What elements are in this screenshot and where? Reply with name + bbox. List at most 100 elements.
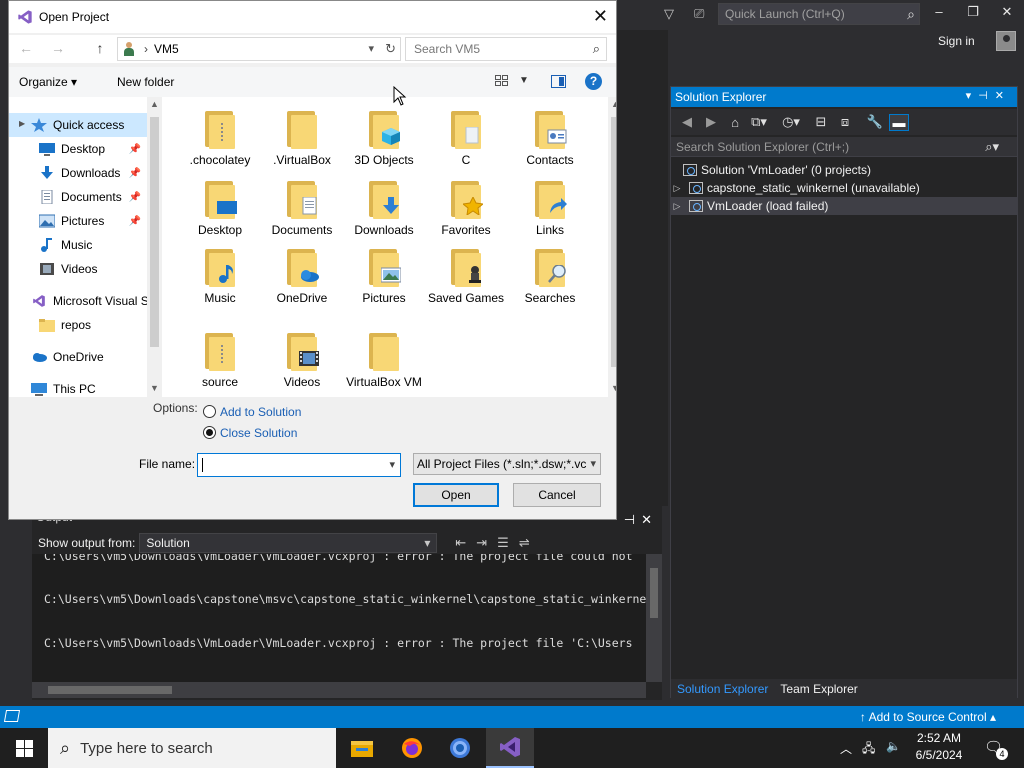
nav-item-pictures[interactable]: Pictures 📌 (9, 209, 147, 233)
folder-item[interactable]: Documents (262, 167, 342, 237)
forward-arrow-icon[interactable]: → (49, 40, 67, 56)
properties-wrench-icon[interactable]: 🔧 (865, 114, 885, 130)
folder-item[interactable]: Pictures (344, 235, 424, 305)
navigation-pane[interactable]: ▲ ▼ Quick access Desktop 📌 Downloads 📌 Documen… (9, 97, 162, 397)
folder-item[interactable]: source (180, 319, 260, 389)
tab-solution-explorer[interactable]: Solution Explorer (671, 679, 774, 699)
filter-icon[interactable]: ▽ (664, 6, 680, 22)
search-icon[interactable]: ⌕▾ (985, 139, 999, 155)
nav-item-this-pc[interactable]: This PC (9, 377, 147, 397)
search-icon[interactable]: ⌕ (593, 41, 600, 57)
folder-item[interactable]: Downloads (344, 167, 424, 237)
output-source-select[interactable]: Solution (139, 533, 438, 553)
file-list-area[interactable]: ▲ ▼ .chocolatey .VirtualBox 3D Objects C Con… (162, 97, 616, 397)
folder-item[interactable]: 3D Objects (344, 97, 424, 167)
maximize-button[interactable]: ❐ (958, 4, 988, 24)
file-name-dropdown-icon[interactable]: ▾ (389, 458, 395, 471)
nav-item-videos[interactable]: Videos (9, 257, 147, 281)
breadcrumb-chevron-icon[interactable]: › (144, 42, 148, 56)
open-button[interactable]: Open (413, 483, 499, 507)
windows-start-icon[interactable] (0, 728, 48, 768)
firefox-taskbar-icon[interactable] (388, 728, 436, 768)
file-list-scrollbar[interactable]: ▲ ▼ (608, 97, 616, 397)
panel-window-controls[interactable]: ⊣✕ (624, 512, 658, 528)
folder-item[interactable]: Saved Games (426, 235, 506, 305)
file-type-select[interactable]: All Project Files (*.sln;*.dsw;*.vc ▾ (413, 453, 601, 475)
address-path[interactable]: VM5 (154, 42, 179, 56)
nav-item-microsoft-visual-s[interactable]: Microsoft Visual S (9, 289, 147, 313)
show-hidden-icons-chevron-icon[interactable]: ︿ (840, 740, 852, 757)
pending-changes-filter-icon[interactable]: ◷▾ (781, 114, 801, 130)
file-type-dropdown-icon[interactable]: ▾ (590, 457, 596, 470)
option-label[interactable]: Close Solution (220, 426, 297, 440)
solution-node[interactable]: Solution 'VmLoader' (0 projects) (671, 161, 1017, 179)
address-dropdown-icon[interactable]: ▾ (368, 42, 374, 55)
solution-explorer-search-input[interactable]: Search Solution Explorer (Ctrl+;) ⌕▾ (671, 137, 1017, 157)
folder-item[interactable]: Desktop (180, 167, 260, 237)
switch-views-icon[interactable]: ⧉▾ (749, 114, 769, 130)
back-arrow-icon[interactable]: ← (17, 40, 35, 56)
visual-studio-taskbar-icon[interactable] (486, 728, 534, 768)
volume-muted-icon[interactable]: 🔈 (886, 739, 901, 753)
option-close-solution[interactable]: Close Solution (203, 422, 301, 443)
organize-menu-button[interactable]: Organize ▾ (19, 75, 77, 89)
navigation-pane-scrollbar[interactable]: ▲ ▼ (147, 97, 162, 397)
output-horizontal-scrollbar[interactable] (32, 682, 646, 698)
option-label[interactable]: Add to Solution (220, 405, 301, 419)
taskbar-clock[interactable]: 2:52 AM 6/5/2024 (906, 730, 972, 764)
nav-item-repos[interactable]: repos (9, 313, 147, 337)
file-name-input[interactable]: ▾ (197, 453, 401, 477)
help-icon[interactable]: ? (585, 73, 602, 90)
search-icon[interactable]: ⌕ (907, 6, 915, 23)
pin-icon[interactable]: 📌 (129, 192, 141, 203)
show-all-files-icon[interactable]: ⧈ (835, 114, 855, 130)
file-explorer-taskbar-icon[interactable] (338, 728, 386, 768)
folder-item[interactable]: VirtualBox VM (344, 319, 424, 389)
nav-item-documents[interactable]: Documents 📌 (9, 185, 147, 209)
address-bar[interactable]: › VM5 ▾ ↻ (117, 37, 401, 61)
expand-chevron-icon[interactable]: ▶ (19, 119, 25, 128)
folder-item[interactable]: .chocolatey (180, 97, 260, 167)
minimize-button[interactable]: – (924, 4, 954, 24)
home-icon[interactable]: ⌂ (725, 115, 745, 130)
tab-team-explorer[interactable]: Team Explorer (774, 679, 863, 699)
folder-item[interactable]: Searches (510, 235, 590, 305)
add-to-source-control-button[interactable]: ↑ Add to Source Control ▴ (860, 710, 996, 724)
quick-launch-input[interactable]: Quick Launch (Ctrl+Q) ⌕ (718, 3, 920, 25)
pin-icon[interactable]: 📌 (129, 216, 141, 227)
new-folder-button[interactable]: New folder (117, 75, 174, 89)
preview-selected-items-icon[interactable]: ▬ (889, 113, 909, 131)
output-toolbar-icons[interactable]: ⇤⇥☰⇌ (455, 535, 539, 551)
up-arrow-icon[interactable]: ↑ (91, 40, 109, 56)
taskbar-search-box[interactable]: ⌕ Type here to search (48, 728, 336, 768)
output-text-area[interactable]: C:\Users\vm5\Downloads\VmLoader\VmLoader… (32, 554, 646, 682)
chrome-taskbar-icon[interactable] (436, 728, 484, 768)
folder-item[interactable]: Videos (262, 319, 342, 389)
radio-close-solution[interactable] (203, 426, 216, 439)
radio-add-to-solution[interactable] (203, 405, 216, 418)
folder-item[interactable]: .VirtualBox (262, 97, 342, 167)
close-window-button[interactable]: ✕ (992, 4, 1022, 24)
folder-item[interactable]: OneDrive (262, 235, 342, 305)
folder-item[interactable]: C (426, 97, 506, 167)
view-options-dropdown-icon[interactable]: ▼ (519, 75, 529, 86)
forward-icon[interactable]: ▶ (701, 114, 721, 130)
expand-triangle-icon[interactable]: ▷ (671, 183, 683, 194)
dialog-close-icon[interactable]: ✕ (593, 6, 608, 27)
folder-item[interactable]: Links (510, 167, 590, 237)
preview-pane-icon[interactable] (551, 75, 566, 88)
project-node-capstone[interactable]: ▷ capstone_static_winkernel (unavailable… (671, 179, 1017, 197)
folder-search-input[interactable]: Search VM5 ⌕ (405, 37, 607, 61)
nav-item-desktop[interactable]: Desktop 📌 (9, 137, 147, 161)
nav-item-quick-access[interactable]: Quick access (9, 113, 147, 137)
panel-window-controls[interactable]: ▾⊣✕ (966, 89, 1011, 102)
change-view-icon[interactable] (495, 75, 509, 87)
pin-icon[interactable]: 📌 (129, 168, 141, 179)
feedback-icon[interactable]: ⎚ (694, 6, 712, 22)
folder-item[interactable]: Music (180, 235, 260, 305)
pin-icon[interactable]: 📌 (129, 144, 141, 155)
network-icon[interactable]: 🖧 (862, 739, 875, 760)
sign-in-link[interactable]: Sign in (938, 34, 975, 48)
nav-item-music[interactable]: Music (9, 233, 147, 257)
account-avatar-icon[interactable] (996, 31, 1016, 51)
